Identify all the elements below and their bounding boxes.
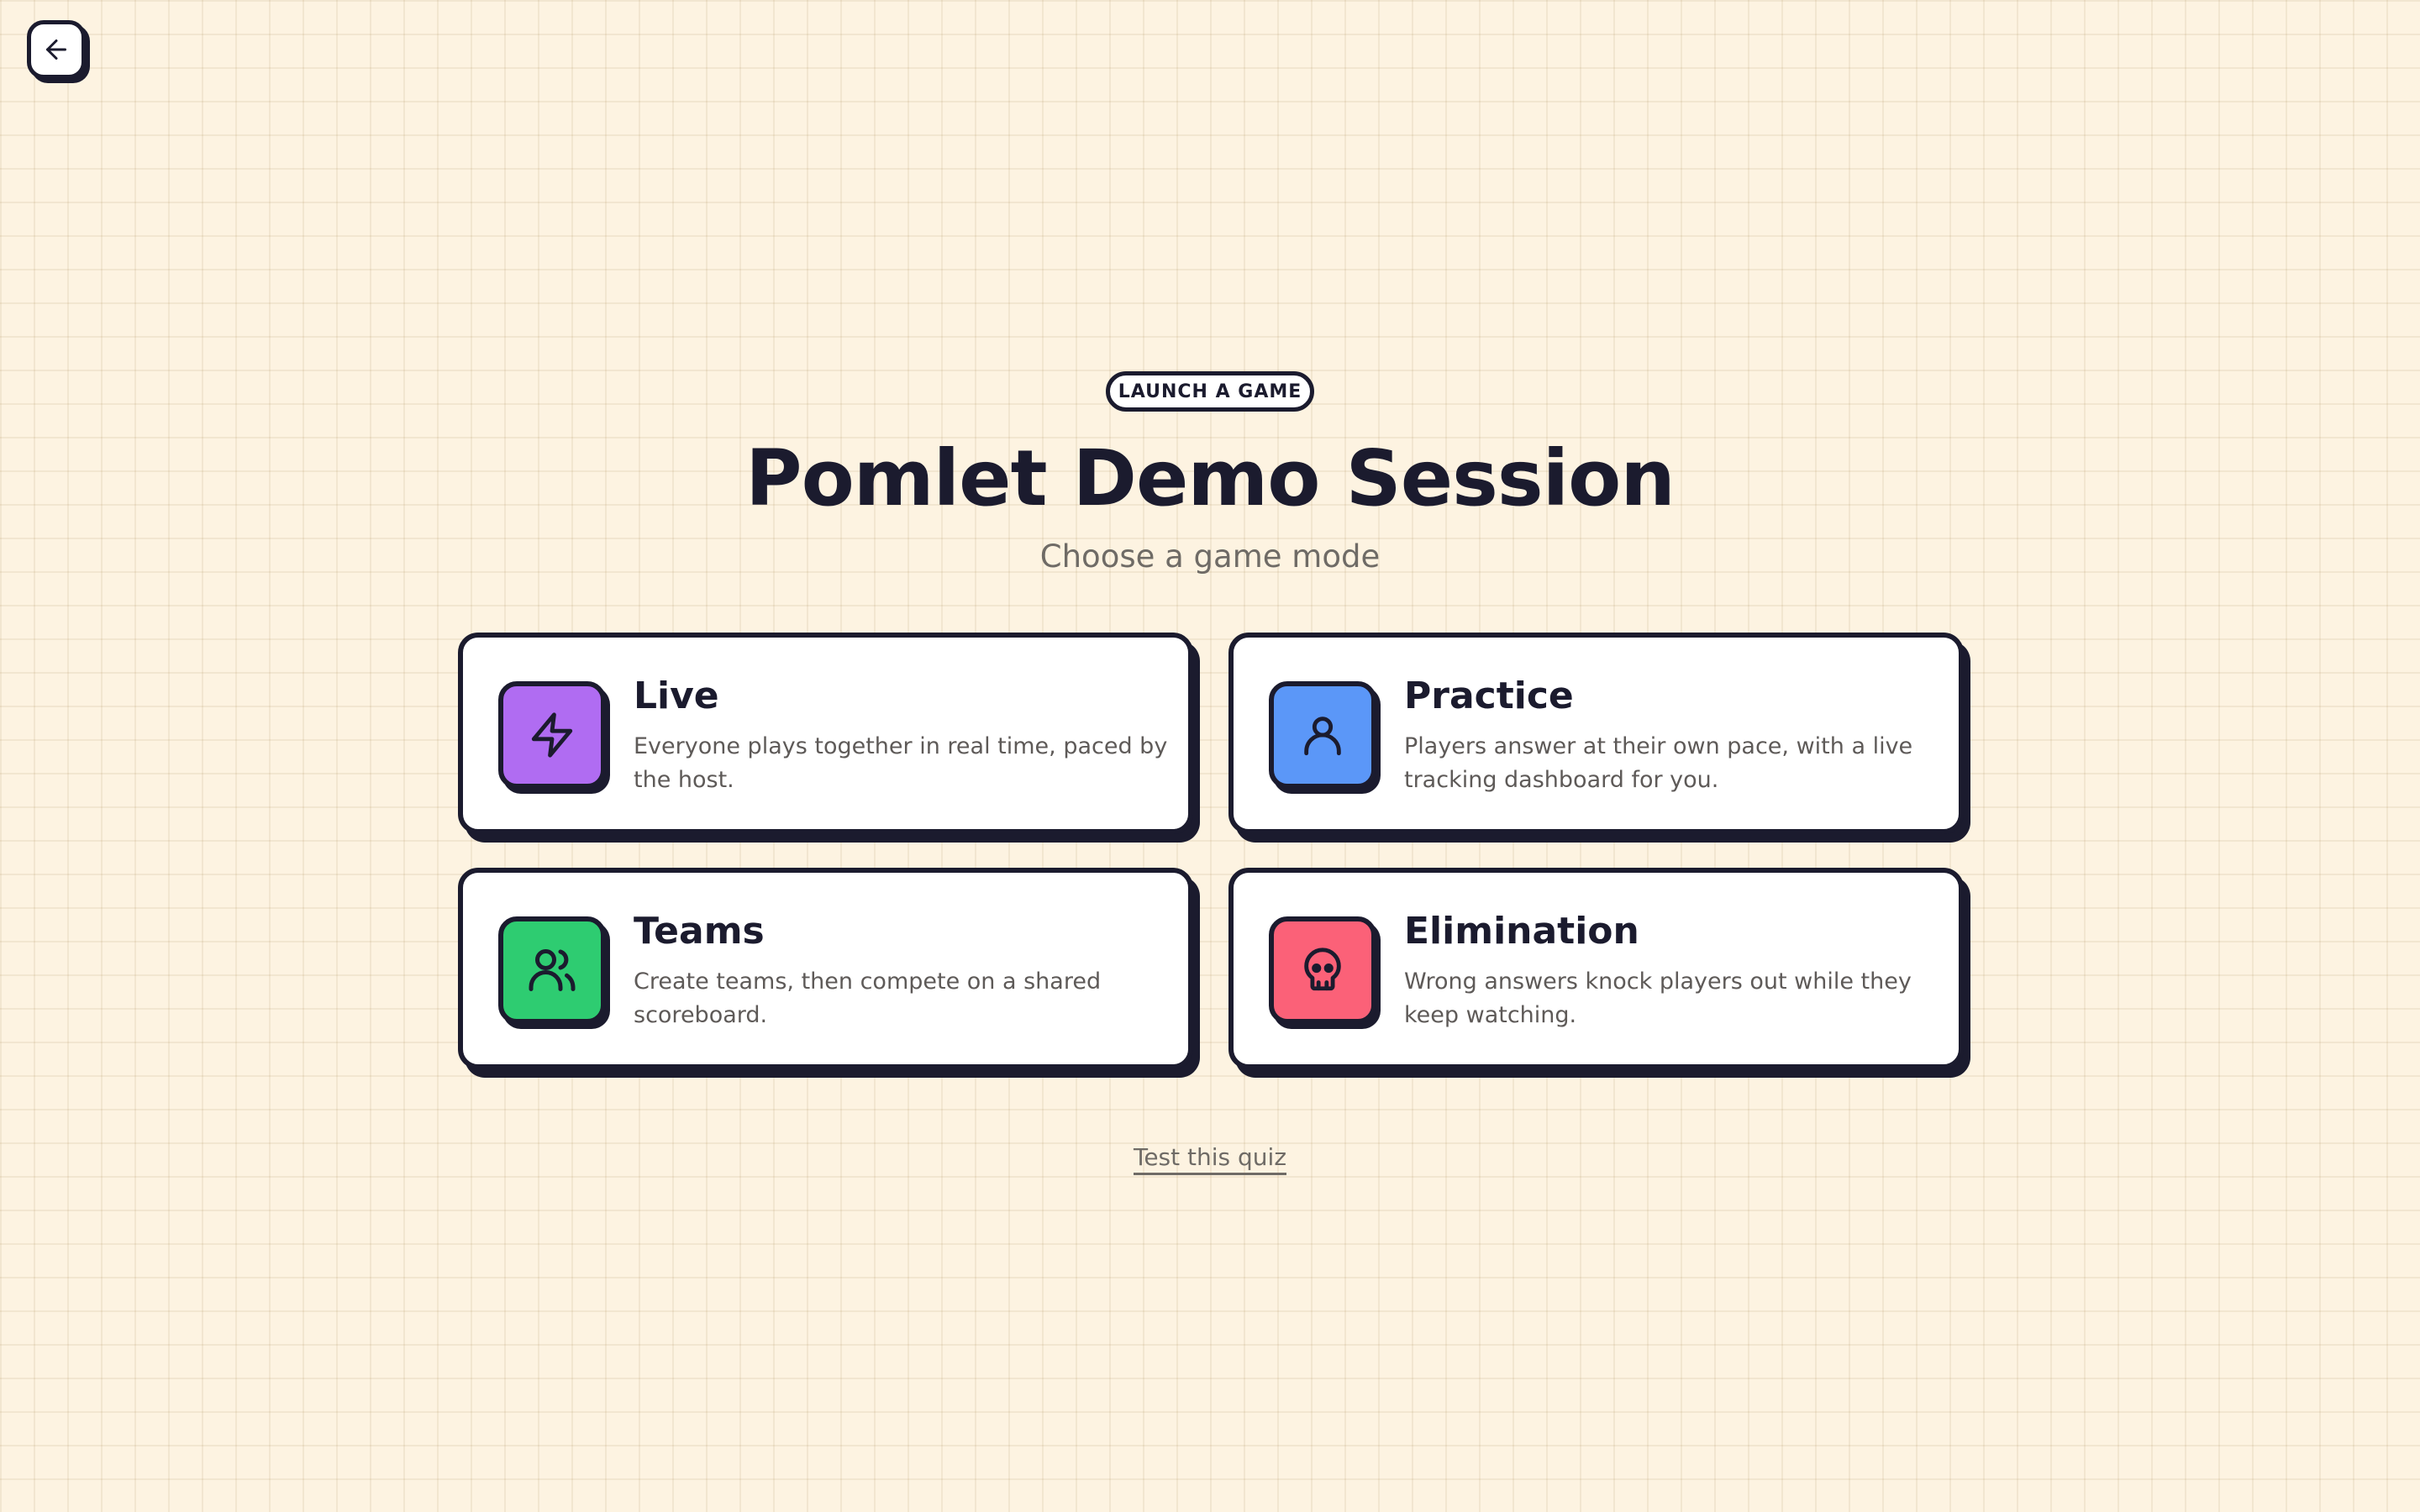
test-quiz-link[interactable]: Test this quiz [1133, 1143, 1287, 1175]
page-title: Pomlet Demo Session [745, 433, 1676, 523]
users-icon [529, 949, 576, 991]
user-icon [1304, 717, 1341, 756]
mode-description: Wrong answers knock players out while th… [1404, 969, 1912, 1028]
mode-icon-tile-teams [498, 916, 606, 1024]
mode-card-elimination[interactable]: Elimination Wrong answers knock players … [1228, 868, 1964, 1069]
mode-card-live[interactable]: Live Everyone plays together in real tim… [458, 633, 1193, 834]
mode-title: Teams [634, 910, 765, 953]
mode-description: Players answer at their own pace, with a… [1404, 733, 1913, 793]
skull-icon [1304, 948, 1341, 991]
mode-title: Practice [1404, 675, 1574, 717]
mode-title: Elimination [1404, 910, 1639, 953]
lightning-bolt-icon [531, 712, 573, 758]
mode-description: Everyone plays together in real time, pa… [634, 733, 1168, 793]
mode-icon-tile-elimination [1269, 916, 1376, 1024]
mode-icon-tile-live [498, 681, 606, 789]
game-mode-grid: Live Everyone plays together in real tim… [458, 633, 1966, 1069]
mode-title: Live [634, 675, 719, 717]
page-subtitle: Choose a game mode [1039, 538, 1381, 575]
mode-description: Create teams, then compete on a shared s… [634, 969, 1102, 1028]
mode-card-teams[interactable]: Teams Create teams, then compete on a sh… [458, 868, 1193, 1069]
arrow-left-icon [46, 39, 66, 60]
mode-card-practice[interactable]: Practice Players answer at their own pac… [1228, 633, 1964, 834]
mode-icon-tile-practice [1269, 681, 1376, 789]
back-button[interactable] [27, 20, 86, 79]
test-quiz-link-row: Test this quiz [0, 1141, 2420, 1175]
launch-game-badge: LAUNCH A GAME [1106, 371, 1314, 412]
